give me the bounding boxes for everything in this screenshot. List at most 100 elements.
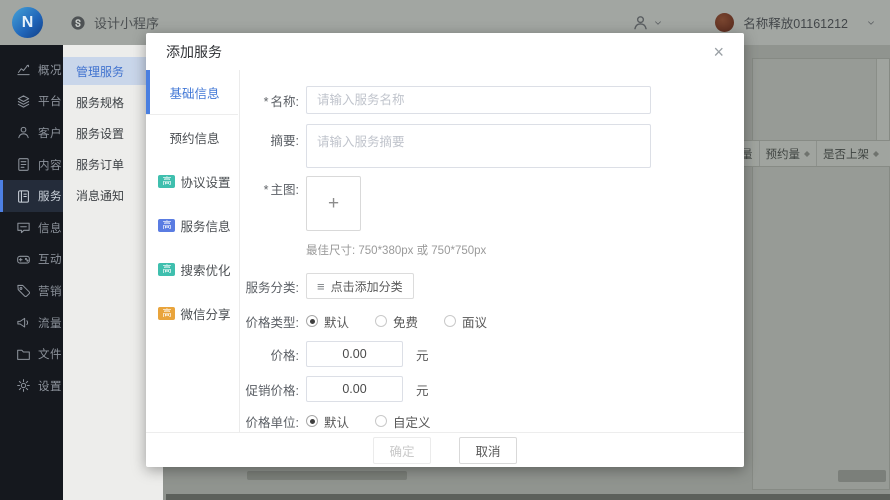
sort-caret-icon[interactable] [873,148,879,160]
sidebar-item-settings[interactable]: 设置 [0,370,63,402]
chart-icon [17,65,30,76]
price-unit-default-radio[interactable]: 默认 [306,412,349,431]
sidebar-item-customers[interactable]: 客户 [0,117,63,149]
account-menu[interactable] [632,14,663,31]
layers-icon [17,95,30,108]
radio-dot [375,315,388,327]
column-header-bookings[interactable]: 预约量 [758,141,817,166]
app-screen: N 设计小程序 名称释放01161212 概况 平台 客户 内容 服务 信息 互… [0,0,890,500]
required-mark: * [263,94,269,109]
price-type-default-radio[interactable]: 默认 [306,312,349,331]
tab-wechat-share[interactable]: 高 微信分享 [146,291,239,335]
tab-basic-info[interactable]: 基础信息 [146,70,239,114]
tab-agreement-settings[interactable]: 高 协议设置 [146,159,239,203]
brand-logo[interactable]: N [12,7,43,38]
tab-label: 搜索优化 [180,263,231,278]
tab-booking-info[interactable]: 预约信息 [146,115,239,159]
person-icon [634,16,648,30]
sort-caret-icon[interactable] [804,148,810,160]
service-name-row: * 名称: [240,86,744,114]
mini-program-icon [71,15,85,30]
add-service-modal: 添加服务 × 基础信息 预约信息 高 协议设置 高 服务信息 高 搜索优化 高 … [146,33,744,467]
dimmed-bottom-bar [166,494,890,500]
sidebar-item-interaction[interactable]: 互动 [0,244,63,276]
promo-price-input[interactable] [306,376,403,402]
sidebar-item-messages[interactable]: 信息 [0,212,63,244]
main-sidebar: 概况 平台 客户 内容 服务 信息 互动 营销 流量 文件 设置 [0,45,63,500]
premium-badge: 高 [158,174,176,188]
dimmed-pagination-control [838,470,886,482]
sidebar-item-label: 服务 [38,191,62,204]
sidebar-item-files[interactable]: 文件 [0,338,63,370]
gear-icon [17,379,30,393]
column-label: 预约量 [765,148,801,161]
image-hint-row: 最佳尺寸: 750*380px 或 750*750px [240,243,744,257]
category-label: 服务分类: [245,280,299,295]
confirm-button[interactable]: 确定 [373,436,431,464]
radio-dot [375,415,388,427]
modal-header: 添加服务 × [146,33,744,70]
price-type-label: 价格类型: [245,315,299,330]
price-row: 价格: 元 [240,341,744,367]
chevron-down-icon[interactable] [866,18,876,28]
summary-row: 摘要: [240,124,744,168]
dimmed-pagination-text [247,471,407,480]
price-unit-row: 价格单位: 默认 自定义 [240,411,744,431]
sidebar-item-marketing[interactable]: 营销 [0,275,63,307]
tab-label: 基础信息 [169,86,220,101]
service-name-input[interactable] [306,86,651,114]
app-name: 设计小程序 [94,16,160,31]
premium-badge: 高 [158,306,176,320]
user-icon [18,127,29,139]
summary-textarea[interactable] [306,124,651,168]
tab-search-optimization[interactable]: 高 搜索优化 [146,247,239,291]
chevron-down-icon [655,20,662,25]
column-label: 是否上架 [823,148,869,161]
radio-label: 默认 [324,415,350,430]
sidebar-item-label: 内容 [38,159,62,172]
radio-label: 免费 [393,315,419,330]
summary-label: 摘要: [270,134,299,148]
sidebar-item-label: 信息 [38,222,62,235]
gamepad-icon [17,255,30,264]
main-image-label: * 主图: [263,183,299,197]
radio-label: 面议 [462,315,488,330]
sidebar-item-platform[interactable]: 平台 [0,86,63,118]
button-label: 点击添加分类 [330,279,403,294]
avatar[interactable] [715,13,735,32]
service-book-icon [18,190,29,203]
price-label: 价格: [270,348,299,363]
category-row: 服务分类: ≡ 点击添加分类 [240,273,744,299]
document-icon [18,158,29,171]
sidebar-item-label: 设置 [38,380,62,393]
modal-tab-list: 基础信息 预约信息 高 协议设置 高 服务信息 高 搜索优化 高 微信分享 [146,70,240,432]
sidebar-item-label: 文件 [38,349,62,362]
price-unit-label: 价格单位: [245,415,299,430]
price-unit-custom-radio[interactable]: 自定义 [375,412,431,431]
column-header-listed[interactable]: 是否上架 [816,141,885,166]
image-size-hint: 最佳尺寸: 750*380px 或 750*750px [306,245,487,257]
price-input[interactable] [306,341,403,367]
tab-service-info[interactable]: 高 服务信息 [146,203,239,247]
sidebar-item-overview[interactable]: 概况 [0,54,63,86]
price-type-negotiable-radio[interactable]: 面议 [444,312,487,331]
image-upload-button[interactable]: + [306,176,361,231]
add-service-form: *名称: 摘要: *主图: + 最佳尺寸: 750*380px 或 750*75… [240,70,744,432]
sidebar-item-services[interactable]: 服务 [0,180,63,212]
add-category-button[interactable]: ≡ 点击添加分类 [306,273,414,299]
cancel-button[interactable]: 取消 [459,436,517,464]
user-name: 名称释放01161212 [743,17,848,31]
sidebar-item-content[interactable]: 内容 [0,149,63,181]
folder-icon [17,349,30,360]
radio-dot [306,315,318,327]
close-icon[interactable]: × [713,43,724,61]
promo-price-unit-text: 元 [416,383,429,398]
sidebar-item-traffic[interactable]: 流量 [0,307,63,339]
modal-footer: 确定 取消 [146,432,744,467]
sidebar-item-label: 互动 [38,254,62,267]
price-type-free-radio[interactable]: 免费 [375,312,418,331]
main-image-row: * 主图: + [240,176,744,231]
name-label: * 名称: [263,94,299,109]
sidebar-item-label: 流量 [38,317,62,330]
price-unit-text: 元 [416,348,429,363]
